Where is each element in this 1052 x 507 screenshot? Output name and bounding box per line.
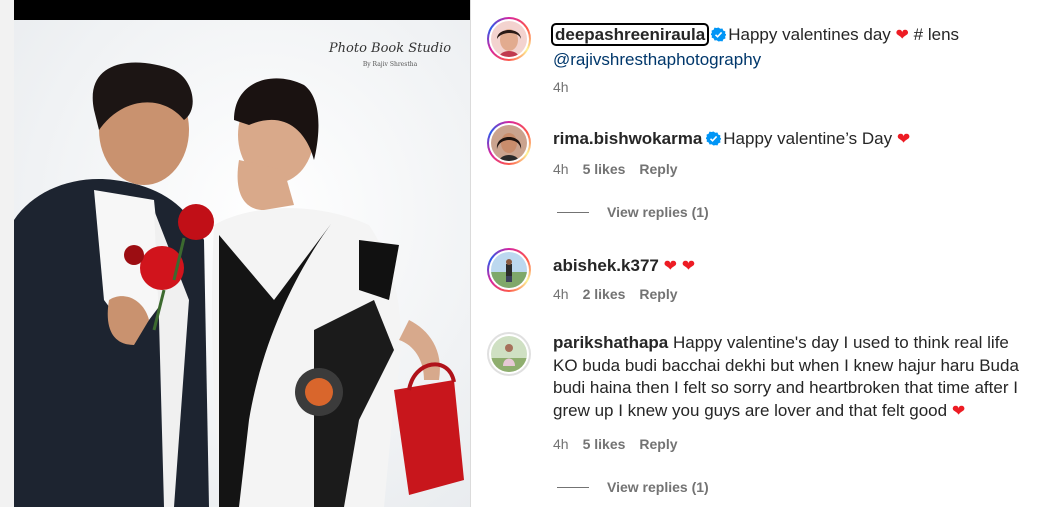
comment-likes[interactable]: 2 likes xyxy=(583,286,626,302)
comment-text: parikshathapa Happy valentine's day I us… xyxy=(553,332,1033,423)
comment-username[interactable]: rima.bishwokarma xyxy=(553,129,702,148)
avatar-ring[interactable] xyxy=(487,332,531,376)
caption-hashtag[interactable]: # lens xyxy=(914,25,959,44)
comment-likes[interactable]: 5 likes xyxy=(583,161,626,177)
comment-meta: 4h 2 likes Reply xyxy=(553,286,678,302)
heart-icon: ❤ xyxy=(681,258,696,275)
comment-meta: 4h 5 likes Reply xyxy=(553,436,678,452)
avatar xyxy=(491,336,527,372)
heart-icon: ❤ xyxy=(663,258,677,275)
verified-badge-icon xyxy=(710,26,727,49)
avatar xyxy=(491,252,527,288)
view-replies-button[interactable]: View replies (1) xyxy=(557,204,709,220)
reply-button[interactable]: Reply xyxy=(639,286,677,302)
comment-username[interactable]: abishek.k377 xyxy=(553,256,659,275)
heart-icon: ❤ xyxy=(896,131,911,148)
heart-icon: ❤ xyxy=(951,402,966,420)
avatar-ring[interactable] xyxy=(487,17,531,61)
comment-timestamp[interactable]: 4h xyxy=(553,161,569,177)
comment-timestamp[interactable]: 4h xyxy=(553,436,569,452)
caption-mention-link[interactable]: @rajivshresthaphotography xyxy=(553,50,761,69)
post-photo[interactable]: Photo Book Studio By Rajiv Shrestha xyxy=(14,0,470,507)
comment-likes[interactable]: 5 likes xyxy=(583,436,626,452)
avatar-ring[interactable] xyxy=(487,248,531,292)
caption-username[interactable]: deepashreeniraula xyxy=(550,23,710,46)
comment-username[interactable]: parikshathapa xyxy=(553,333,668,352)
view-replies-label: View replies (1) xyxy=(607,479,709,495)
comment-timestamp[interactable]: 4h xyxy=(553,286,569,302)
post-image: Photo Book Studio By Rajiv Shrestha xyxy=(14,0,470,507)
watermark-title: Photo Book Studio xyxy=(328,41,451,56)
avatar xyxy=(491,125,527,161)
comment-text: rima.bishwokarma Happy valentine’s Day ❤ xyxy=(553,128,1033,153)
reply-button[interactable]: Reply xyxy=(639,436,677,452)
caption-meta: 4h xyxy=(553,79,569,95)
avatar xyxy=(491,21,527,57)
avatar-ring[interactable] xyxy=(487,121,531,165)
watermark-subtitle: By Rajiv Shrestha xyxy=(363,61,418,68)
comment-text: abishek.k377 ❤ ❤ xyxy=(553,255,1033,279)
comment-message: Happy valentine’s Day xyxy=(723,129,893,148)
comments-panel: deepashreeniraula Happy valentines day ❤ … xyxy=(471,0,1052,507)
view-replies-label: View replies (1) xyxy=(607,204,709,220)
heart-icon: ❤ xyxy=(895,27,909,44)
caption-timestamp[interactable]: 4h xyxy=(553,79,569,95)
replies-divider xyxy=(557,486,589,488)
comment-meta: 4h 5 likes Reply xyxy=(553,161,678,177)
page-gutter xyxy=(0,0,14,507)
replies-divider xyxy=(557,211,589,213)
reply-button[interactable]: Reply xyxy=(639,161,677,177)
caption-text: deepashreeniraula Happy valentines day ❤ … xyxy=(550,23,1033,71)
verified-badge-icon xyxy=(705,130,722,153)
caption-message: Happy valentines day xyxy=(728,25,891,44)
view-replies-button[interactable]: View replies (1) xyxy=(557,479,709,495)
